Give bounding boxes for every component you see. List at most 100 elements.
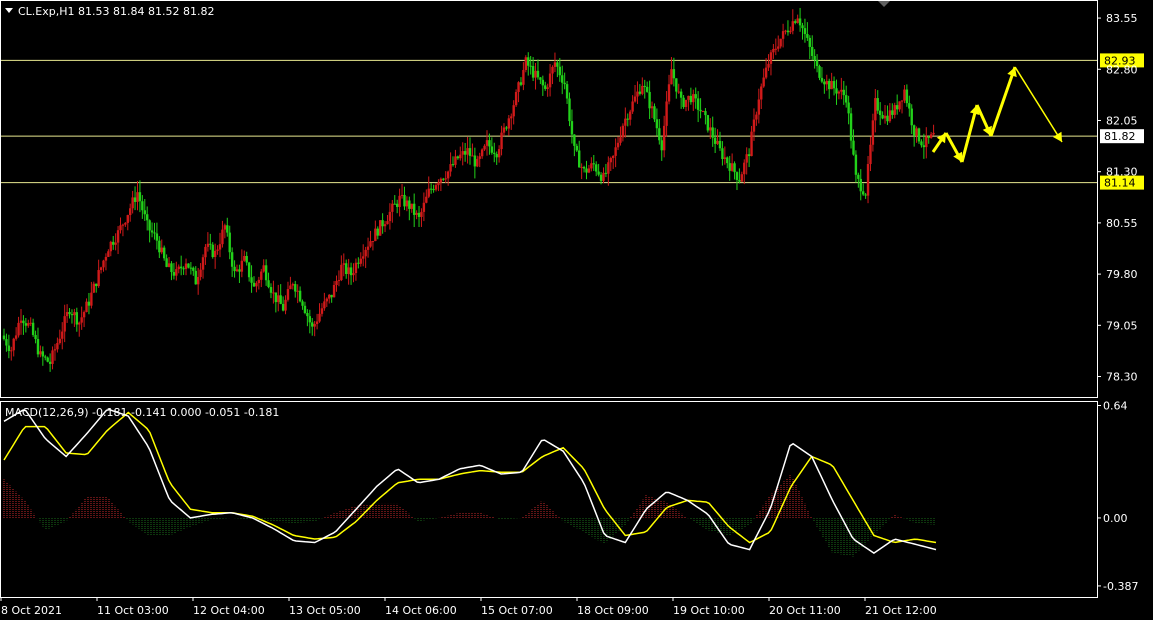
candle-body bbox=[315, 321, 319, 325]
chart-menu-arrow-icon[interactable] bbox=[5, 8, 13, 13]
candle-body bbox=[175, 269, 178, 276]
candle-body bbox=[412, 203, 416, 215]
candle-body bbox=[561, 75, 564, 83]
candle-body bbox=[874, 98, 877, 121]
candle-body bbox=[806, 34, 809, 38]
candle-body bbox=[294, 284, 297, 292]
candle-body bbox=[260, 271, 263, 280]
candle-body bbox=[417, 212, 421, 217]
candle-body bbox=[53, 349, 57, 351]
candle-body bbox=[696, 98, 700, 110]
candle-body bbox=[517, 82, 520, 92]
candle-body bbox=[116, 230, 120, 243]
price-tick-label: 82.05 bbox=[1106, 114, 1138, 127]
candle-body bbox=[840, 89, 843, 92]
candle-body bbox=[563, 82, 566, 85]
candle-body bbox=[726, 157, 729, 164]
candle-body bbox=[886, 115, 889, 122]
price-tick-label: 79.05 bbox=[1106, 319, 1138, 332]
candle-body bbox=[87, 301, 91, 306]
candle-body bbox=[31, 322, 35, 335]
price-tick-label: 78.30 bbox=[1106, 371, 1138, 384]
candle-body bbox=[832, 81, 836, 89]
candle-body bbox=[478, 156, 481, 159]
candle-body bbox=[461, 151, 464, 155]
candle-body bbox=[308, 316, 312, 323]
candle-body bbox=[182, 268, 185, 270]
candle-body bbox=[376, 228, 379, 236]
candle-body bbox=[544, 85, 547, 89]
candle-body bbox=[143, 210, 146, 215]
candle-body bbox=[859, 178, 862, 192]
price-chart[interactable]: CL.Exp,H1 81.53 81.84 81.52 81.82 82.938… bbox=[0, 0, 1153, 620]
time-tick-label: 19 Oct 10:00 bbox=[673, 604, 745, 617]
scroll-marker-icon[interactable] bbox=[878, 1, 890, 7]
candle-body bbox=[507, 118, 511, 129]
candle-body bbox=[842, 89, 845, 96]
candle-body bbox=[835, 88, 838, 94]
candle-body bbox=[425, 196, 428, 203]
candle-body bbox=[5, 339, 8, 346]
candle-body bbox=[432, 189, 435, 191]
candle-body bbox=[155, 233, 159, 241]
candle-body bbox=[624, 118, 627, 126]
candle-body bbox=[233, 266, 236, 272]
candle-body bbox=[378, 220, 382, 236]
candle-body bbox=[682, 97, 685, 107]
candle-body bbox=[269, 287, 273, 293]
candle-body bbox=[235, 269, 239, 272]
candle-body bbox=[558, 66, 562, 76]
candle-body bbox=[752, 119, 756, 132]
candle-body bbox=[129, 208, 132, 216]
candle-body bbox=[296, 290, 299, 292]
candle-body bbox=[58, 338, 62, 343]
candle-body bbox=[786, 30, 790, 33]
candle-body bbox=[837, 91, 841, 94]
candle-body bbox=[818, 66, 821, 78]
candle-body bbox=[869, 144, 872, 165]
macd-main-line bbox=[3, 408, 937, 555]
candle-body bbox=[844, 95, 848, 103]
candle-body bbox=[713, 137, 717, 144]
candle-body bbox=[672, 69, 676, 79]
macd-signal-line bbox=[3, 411, 937, 544]
candle-body bbox=[267, 280, 270, 288]
candle-body bbox=[10, 350, 13, 352]
candle-body bbox=[286, 289, 290, 300]
candle-body bbox=[279, 295, 282, 304]
candle-body bbox=[599, 174, 603, 181]
candle-body bbox=[815, 59, 819, 67]
candle-body bbox=[522, 70, 525, 85]
time-tick-label: 12 Oct 04:00 bbox=[193, 604, 265, 617]
candle-body bbox=[131, 197, 134, 209]
candle-body bbox=[437, 182, 440, 186]
candle-body bbox=[196, 276, 200, 285]
candle-body bbox=[774, 48, 778, 50]
candle-body bbox=[920, 141, 923, 146]
candle-body bbox=[592, 163, 595, 165]
candle-body bbox=[218, 244, 222, 250]
candle-body bbox=[374, 228, 377, 242]
candle-body bbox=[192, 267, 195, 271]
candle-body bbox=[386, 221, 389, 225]
candle-body bbox=[63, 316, 66, 332]
forecast-arrowhead-icon bbox=[1052, 131, 1062, 142]
price-axis: 83.55 82.80 82.05 81.30 80.55 79.80 79.05 78.30 bbox=[1097, 12, 1138, 384]
candle-body bbox=[762, 77, 765, 87]
candle-body bbox=[422, 202, 426, 212]
candle-body bbox=[73, 312, 76, 316]
candle-body bbox=[78, 322, 81, 325]
candle-body bbox=[582, 166, 586, 169]
candle-body bbox=[699, 109, 702, 112]
candle-body bbox=[728, 163, 731, 171]
candle-body bbox=[670, 69, 673, 85]
candle-body bbox=[757, 99, 761, 115]
candle-body bbox=[578, 150, 581, 168]
candle-body bbox=[284, 299, 287, 311]
candle-body bbox=[495, 154, 498, 158]
candle-body bbox=[820, 77, 824, 82]
candle-body bbox=[616, 142, 620, 148]
candle-body bbox=[857, 174, 860, 179]
candle-body bbox=[716, 140, 719, 144]
candle-body bbox=[289, 285, 292, 290]
